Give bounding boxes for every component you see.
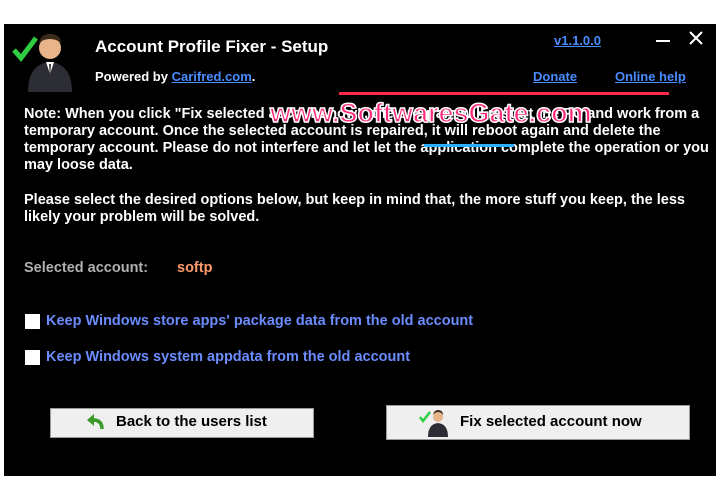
close-icon[interactable] — [685, 27, 707, 49]
back-to-users-button[interactable]: Back to the users list — [50, 408, 314, 438]
checkbox[interactable] — [25, 350, 40, 365]
back-button-label: Back to the users list — [116, 413, 267, 430]
minimize-icon[interactable] — [656, 40, 670, 42]
version-link[interactable]: v1.1.0.0 — [554, 33, 601, 48]
watermark: www.SoftwaresGate.com — [269, 97, 592, 129]
online-help-link[interactable]: Online help — [615, 69, 686, 84]
selected-account-label: Selected account: — [24, 260, 149, 276]
powered-by-suffix: . — [251, 69, 256, 84]
watermark-line — [339, 92, 669, 95]
option-label[interactable]: Keep Windows system appdata from the old… — [46, 349, 410, 365]
options-note: Please select the desired options below,… — [24, 192, 685, 225]
fix-account-button[interactable]: Fix selected account now — [386, 405, 690, 440]
carifred-link[interactable]: Carifred.com — [172, 69, 252, 84]
app-window: Account Profile Fixer - Setup Powered by… — [4, 24, 716, 476]
option-label[interactable]: Keep Windows store apps' package data fr… — [46, 313, 473, 329]
fix-button-label: Fix selected account now — [460, 413, 642, 430]
checkbox[interactable] — [25, 314, 40, 329]
user-check-icon — [419, 410, 448, 437]
donate-link[interactable]: Donate — [533, 69, 577, 84]
back-arrow-icon — [87, 414, 104, 430]
powered-by-prefix: Powered by — [95, 69, 172, 84]
powered-by: Powered by Carifred.com. — [95, 69, 255, 84]
window-title: Account Profile Fixer - Setup — [95, 37, 329, 56]
user-check-logo-icon — [12, 34, 72, 92]
selected-account-value: softp — [177, 260, 213, 276]
watermark-line — [424, 144, 514, 147]
